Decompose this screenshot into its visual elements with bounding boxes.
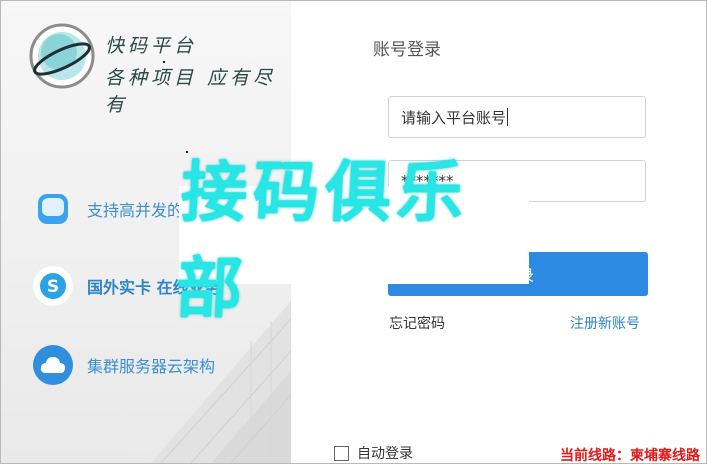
logo-line-2: 各种项目 应有尽有: [105, 67, 277, 116]
feature-high-concurrency: 支持高并发的: [33, 188, 183, 230]
decor-dot: [163, 61, 165, 63]
feature-label: 支持高并发的: [87, 201, 184, 220]
cloud-icon: [33, 345, 73, 385]
logo-line-1: 快码平台: [105, 35, 198, 57]
skype-icon: S: [33, 266, 73, 306]
feature-cloud-cluster: 集群服务器云架构: [33, 344, 215, 386]
chat-bubble-icon: [33, 189, 73, 229]
login-title: 账号登录: [373, 40, 441, 60]
watermark-overlay: 接码俱乐部: [174, 154, 529, 327]
auto-login-checkbox[interactable]: 自动登录: [334, 443, 413, 463]
feature-label: 集群服务器云架构: [87, 357, 216, 376]
current-route-label: 当前线路：柬埔寨线路: [560, 448, 700, 464]
account-input-placeholder: 请输入平台账号: [401, 108, 507, 127]
svg-text:S: S: [47, 277, 59, 297]
login-window: 快码平台 各种项目 应有尽有 支持高并发的 S 国外实卡 在线业务 集群服务器云…: [0, 0, 707, 464]
planet-logo-icon: [29, 23, 95, 89]
text-cursor: [507, 108, 509, 126]
checkbox-box[interactable]: [334, 445, 349, 461]
register-link[interactable]: 注册新账号: [570, 313, 640, 333]
watermark-text: 接码俱乐部: [174, 154, 472, 327]
account-input[interactable]: 请输入平台账号: [388, 96, 646, 138]
auto-login-label: 自动登录: [357, 446, 413, 462]
